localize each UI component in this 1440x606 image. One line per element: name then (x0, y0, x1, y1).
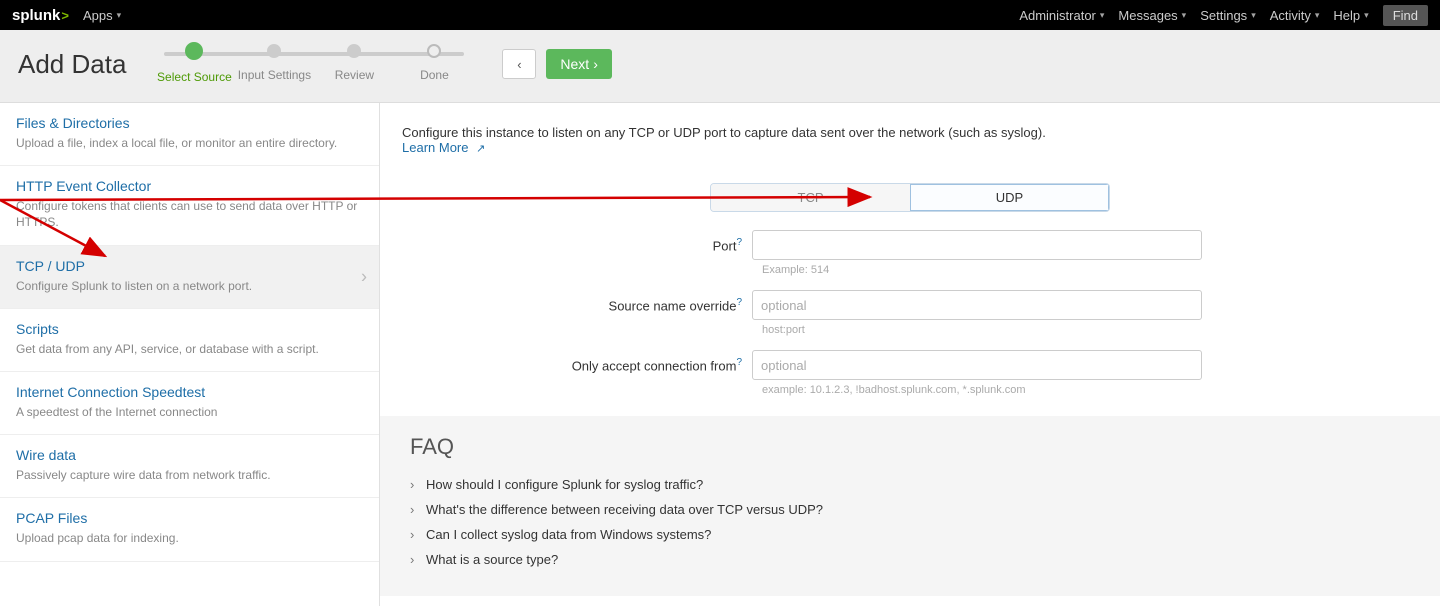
faq-item[interactable]: ›What is a source type? (410, 547, 1418, 572)
chevron-right-icon: › (593, 56, 598, 72)
help-menu[interactable]: Help▾ (1333, 8, 1368, 23)
accept-from-hint: example: 10.1.2.3, !badhost.splunk.com, … (762, 384, 1202, 396)
help-icon[interactable]: ? (736, 237, 742, 248)
chevron-down-icon: ▾ (1315, 10, 1320, 21)
port-input[interactable] (752, 230, 1202, 260)
external-link-icon: ↗ (476, 143, 485, 155)
wizard-step-review[interactable]: Review (314, 44, 394, 82)
faq-item[interactable]: ›Can I collect syslog data from Windows … (410, 522, 1418, 547)
protocol-tcp-option[interactable]: TCP (711, 184, 910, 211)
wizard-header: Add Data Select Source Input Settings Re… (0, 30, 1440, 103)
source-scripts[interactable]: Scripts Get data from any API, service, … (0, 309, 379, 372)
find-button[interactable]: Find (1383, 5, 1428, 26)
chevron-right-icon: › (410, 502, 420, 517)
wizard-steps: Select Source Input Settings Review Done (154, 44, 474, 84)
chevron-down-icon: ▾ (1182, 10, 1187, 21)
chevron-down-icon: ▾ (1364, 10, 1369, 21)
apps-menu[interactable]: Apps▾ (83, 8, 121, 23)
wizard-step-done[interactable]: Done (394, 44, 474, 82)
next-button[interactable]: Next› (546, 49, 611, 79)
source-name-label: Source name override? (562, 297, 752, 313)
faq-section: FAQ ›How should I configure Splunk for s… (380, 416, 1440, 596)
help-icon[interactable]: ? (736, 297, 742, 308)
source-name-hint: host:port (762, 324, 1202, 336)
brand-logo: splunk> (12, 7, 69, 24)
page-title: Add Data (18, 49, 126, 80)
port-hint: Example: 514 (762, 264, 1202, 276)
wizard-step-select-source[interactable]: Select Source (154, 44, 234, 84)
source-internet-speedtest[interactable]: Internet Connection Speedtest A speedtes… (0, 372, 379, 435)
messages-menu[interactable]: Messages▾ (1118, 8, 1186, 23)
help-icon[interactable]: ? (736, 357, 742, 368)
chevron-down-icon: ▾ (1251, 10, 1256, 21)
wizard-step-input-settings[interactable]: Input Settings (234, 44, 314, 82)
chevron-right-icon: › (410, 477, 420, 492)
chevron-right-icon: › (410, 527, 420, 542)
activity-menu[interactable]: Activity▾ (1270, 8, 1320, 23)
protocol-udp-option[interactable]: UDP (910, 184, 1109, 211)
accept-from-input[interactable] (752, 350, 1202, 380)
chevron-down-icon: ▾ (117, 10, 122, 21)
chevron-right-icon: › (361, 266, 367, 287)
source-files-directories[interactable]: Files & Directories Upload a file, index… (0, 103, 379, 166)
faq-heading: FAQ (410, 434, 1418, 460)
protocol-toggle: TCP UDP (710, 183, 1110, 212)
port-label: Port? (562, 237, 752, 253)
chevron-down-icon: ▾ (1100, 10, 1105, 21)
top-nav-bar: splunk> Apps▾ Administrator▾ Messages▾ S… (0, 0, 1440, 30)
intro-text: Configure this instance to listen on any… (402, 125, 1418, 155)
administrator-menu[interactable]: Administrator▾ (1019, 8, 1104, 23)
brand-caret-icon: > (61, 8, 69, 23)
settings-menu[interactable]: Settings▾ (1200, 8, 1256, 23)
learn-more-link[interactable]: Learn More ↗ (402, 140, 485, 155)
accept-from-label: Only accept connection from? (562, 357, 752, 373)
source-type-sidebar: Files & Directories Upload a file, index… (0, 103, 380, 606)
back-button[interactable]: ‹ (502, 49, 536, 79)
source-pcap-files[interactable]: PCAP Files Upload pcap data for indexing… (0, 498, 379, 561)
faq-item[interactable]: ›How should I configure Splunk for syslo… (410, 472, 1418, 497)
config-panel: Configure this instance to listen on any… (380, 103, 1440, 606)
source-name-input[interactable] (752, 290, 1202, 320)
faq-item[interactable]: ›What's the difference between receiving… (410, 497, 1418, 522)
source-wire-data[interactable]: Wire data Passively capture wire data fr… (0, 435, 379, 498)
source-tcp-udp[interactable]: TCP / UDP Configure Splunk to listen on … (0, 246, 379, 309)
source-http-event-collector[interactable]: HTTP Event Collector Configure tokens th… (0, 166, 379, 245)
